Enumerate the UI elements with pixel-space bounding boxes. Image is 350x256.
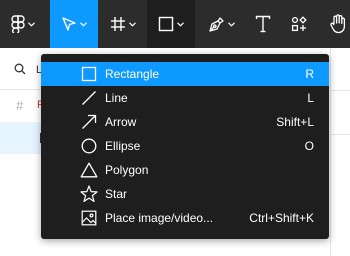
pen-tool-button[interactable] [198, 0, 244, 48]
shape-tools-menu: Rectangle R Line L Arrow Shift+L Ellipse… [41, 54, 329, 239]
menu-item-ellipse[interactable]: Ellipse O [41, 134, 329, 158]
menu-item-label: Place image/video... [105, 211, 214, 225]
menu-item-shortcut: Shift+L [276, 115, 314, 129]
hand-tool-button[interactable] [326, 0, 350, 48]
image-icon [79, 208, 99, 228]
toolbar [0, 0, 350, 48]
rectangle-shape-icon [158, 16, 174, 32]
menu-item-label: Arrow [105, 115, 137, 129]
search-icon [14, 62, 26, 80]
menu-item-place-image[interactable]: Place image/video... Ctrl+Shift+K [41, 206, 329, 230]
ellipse-icon [79, 136, 99, 156]
resources-button[interactable] [284, 0, 314, 48]
menu-item-label: Star [105, 187, 128, 201]
move-cursor-icon [61, 16, 77, 32]
menu-item-shortcut: R [305, 67, 314, 81]
chevron-down-icon [80, 21, 87, 27]
menu-item-shortcut: Ctrl+Shift+K [249, 211, 314, 225]
menu-item-shortcut: L [307, 91, 314, 105]
menu-item-label: Rectangle [105, 67, 160, 81]
chevron-down-icon [129, 21, 136, 27]
chevron-down-icon [177, 21, 184, 27]
text-tool-button[interactable] [248, 0, 278, 48]
pen-tool-icon [208, 16, 225, 33]
move-tool-button[interactable] [50, 0, 98, 48]
polygon-icon [79, 160, 99, 180]
arrow-icon [79, 112, 99, 132]
star-icon [79, 184, 99, 204]
figma-main-menu-icon [11, 15, 25, 33]
menu-item-rectangle[interactable]: Rectangle R [41, 62, 329, 86]
chevron-down-icon [28, 21, 35, 27]
frame-icon: # [16, 98, 24, 113]
menu-item-label: Line [105, 91, 128, 105]
menu-item-polygon[interactable]: Polygon [41, 158, 329, 182]
menu-item-star[interactable]: Star [41, 182, 329, 206]
rectangle-icon [79, 64, 99, 84]
shape-tool-button[interactable] [147, 0, 195, 48]
divider [331, 134, 350, 135]
menu-item-label: Ellipse [105, 139, 141, 153]
text-tool-icon [255, 15, 271, 33]
line-icon [79, 88, 99, 108]
selected-layer-row[interactable] [0, 122, 42, 154]
menu-item-line[interactable]: Line L [41, 86, 329, 110]
main-menu-button[interactable] [4, 0, 42, 48]
menu-item-arrow[interactable]: Arrow Shift+L [41, 110, 329, 134]
menu-item-label: Polygon [105, 163, 149, 177]
layer-search-row[interactable]: L [0, 48, 42, 90]
menu-item-shortcut: O [304, 139, 314, 153]
frame-hash-icon [110, 16, 126, 32]
layer-row[interactable]: # F [0, 90, 44, 122]
chevron-down-icon [227, 21, 235, 27]
properties-panel [330, 48, 350, 256]
resources-icon [291, 16, 307, 32]
divider [331, 90, 350, 91]
hand-tool-icon [329, 14, 347, 34]
frame-tool-button[interactable] [100, 0, 146, 48]
